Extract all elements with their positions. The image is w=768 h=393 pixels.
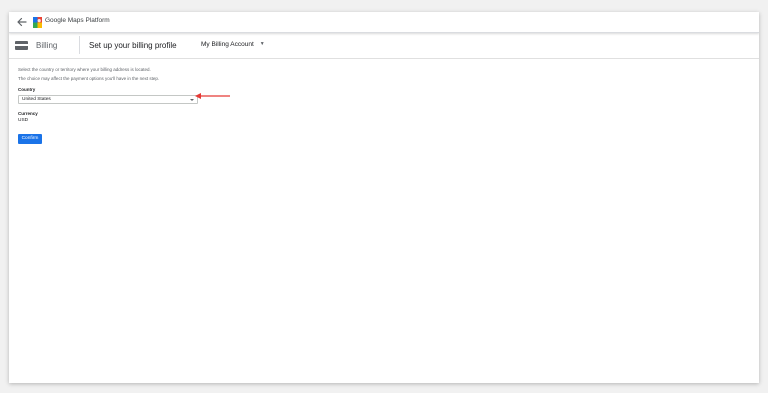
annotation-arrow-icon [195, 93, 230, 99]
currency-value: USD [18, 118, 29, 123]
app-window: Google Maps Platform Billing Set up your… [9, 12, 759, 383]
help-text-line-2: The choice may affect the payment option… [18, 76, 160, 81]
chevron-down-icon [190, 99, 194, 101]
page-title: Set up your billing profile [89, 41, 177, 50]
confirm-button[interactable]: Confirm [18, 134, 42, 144]
back-arrow-icon[interactable] [15, 15, 29, 29]
billing-account-selector[interactable]: My Billing Account ▼ [201, 41, 265, 48]
page-header: Billing Set up your billing profile My B… [9, 33, 759, 59]
app-title: Google Maps Platform [45, 17, 110, 24]
maps-logo-icon [33, 17, 42, 28]
country-label: Country [18, 87, 36, 92]
section-label: Billing [36, 41, 58, 50]
currency-label: Currency [18, 111, 38, 116]
header-divider [79, 36, 80, 54]
country-select-value: United States [22, 97, 51, 102]
top-app-bar: Google Maps Platform [9, 12, 759, 33]
billing-account-label: My Billing Account [201, 41, 254, 48]
billing-card-icon [15, 41, 28, 50]
help-text-line-1: Select the country or territory where yo… [18, 67, 151, 72]
country-select[interactable]: United States [18, 95, 198, 104]
chevron-down-icon: ▼ [259, 41, 265, 47]
